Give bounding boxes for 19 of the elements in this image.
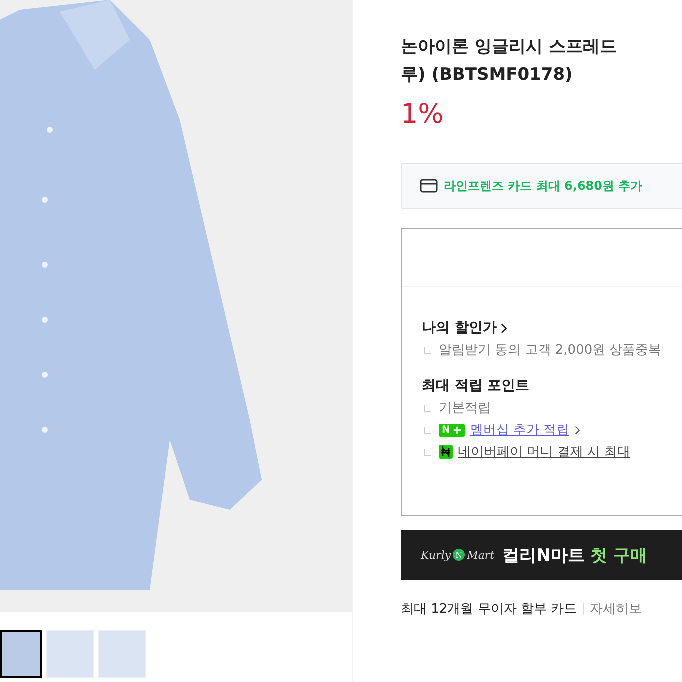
product-title: 논아이론 잉글리시 스프레드 루) (BBTSMF0178)	[401, 36, 618, 87]
pay-link[interactable]: 네이버페이 머니 결제 시 최대	[458, 443, 631, 461]
membership-badge: N	[439, 424, 466, 436]
benefit-item: 알림받기 동의 고객 2,000원 상품중복	[439, 342, 662, 359]
section-title[interactable]: 나의 할인가	[422, 319, 497, 337]
discount-rate: 1%	[401, 99, 445, 132]
details-link[interactable]: 자세히보	[590, 600, 642, 618]
promo-banner[interactable]: Kurly N Mart 컬리N마트 첫 구매	[401, 530, 682, 580]
membership-link[interactable]: 멤버십 추가 적립	[470, 421, 570, 439]
banner-text: 컬리N마트 첫 구매	[502, 544, 648, 566]
card-icon	[420, 179, 438, 193]
benefit-item: 기본적립	[439, 400, 491, 417]
thumbnail[interactable]	[0, 630, 42, 678]
chevron-icon[interactable]	[574, 426, 581, 434]
mart-logo: Kurly N Mart	[421, 548, 495, 562]
section-title: 최대 적립 포인트	[422, 377, 530, 395]
installment-text: 최대 12개월 무이자 할부 카드	[401, 601, 578, 618]
chevron-icon[interactable]	[500, 322, 508, 334]
pay-icon	[439, 445, 453, 459]
